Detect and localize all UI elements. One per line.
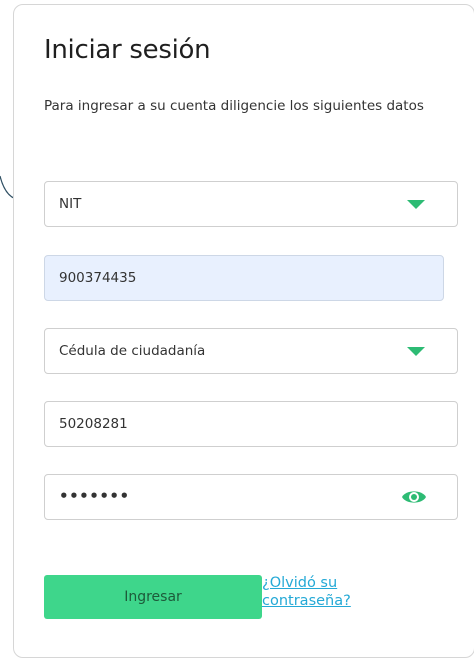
page-title: Iniciar sesión: [44, 35, 211, 65]
password-value: •••••••: [59, 487, 130, 505]
instructions-text: Para ingresar a su cuenta diligencie los…: [44, 98, 424, 114]
company-document-number-value: 900374435: [59, 270, 137, 286]
login-submit-button[interactable]: Ingresar: [44, 575, 262, 619]
chevron-down-icon: [407, 347, 425, 356]
eye-icon[interactable]: [401, 488, 427, 506]
company-document-number-input[interactable]: 900374435: [44, 255, 444, 301]
forgot-password-link[interactable]: ¿Olvidó su contraseña?: [262, 574, 392, 610]
person-document-number-input[interactable]: 50208281: [44, 401, 458, 447]
person-document-number-value: 50208281: [59, 416, 128, 432]
company-document-type-select[interactable]: NIT: [44, 181, 458, 227]
person-document-type-select[interactable]: Cédula de ciudadanía: [44, 328, 458, 374]
chevron-down-icon: [407, 200, 425, 209]
login-card: Iniciar sesión Para ingresar a su cuenta…: [13, 4, 474, 658]
company-document-type-value: NIT: [59, 196, 82, 212]
password-input[interactable]: •••••••: [44, 474, 458, 520]
person-document-type-value: Cédula de ciudadanía: [59, 343, 206, 359]
